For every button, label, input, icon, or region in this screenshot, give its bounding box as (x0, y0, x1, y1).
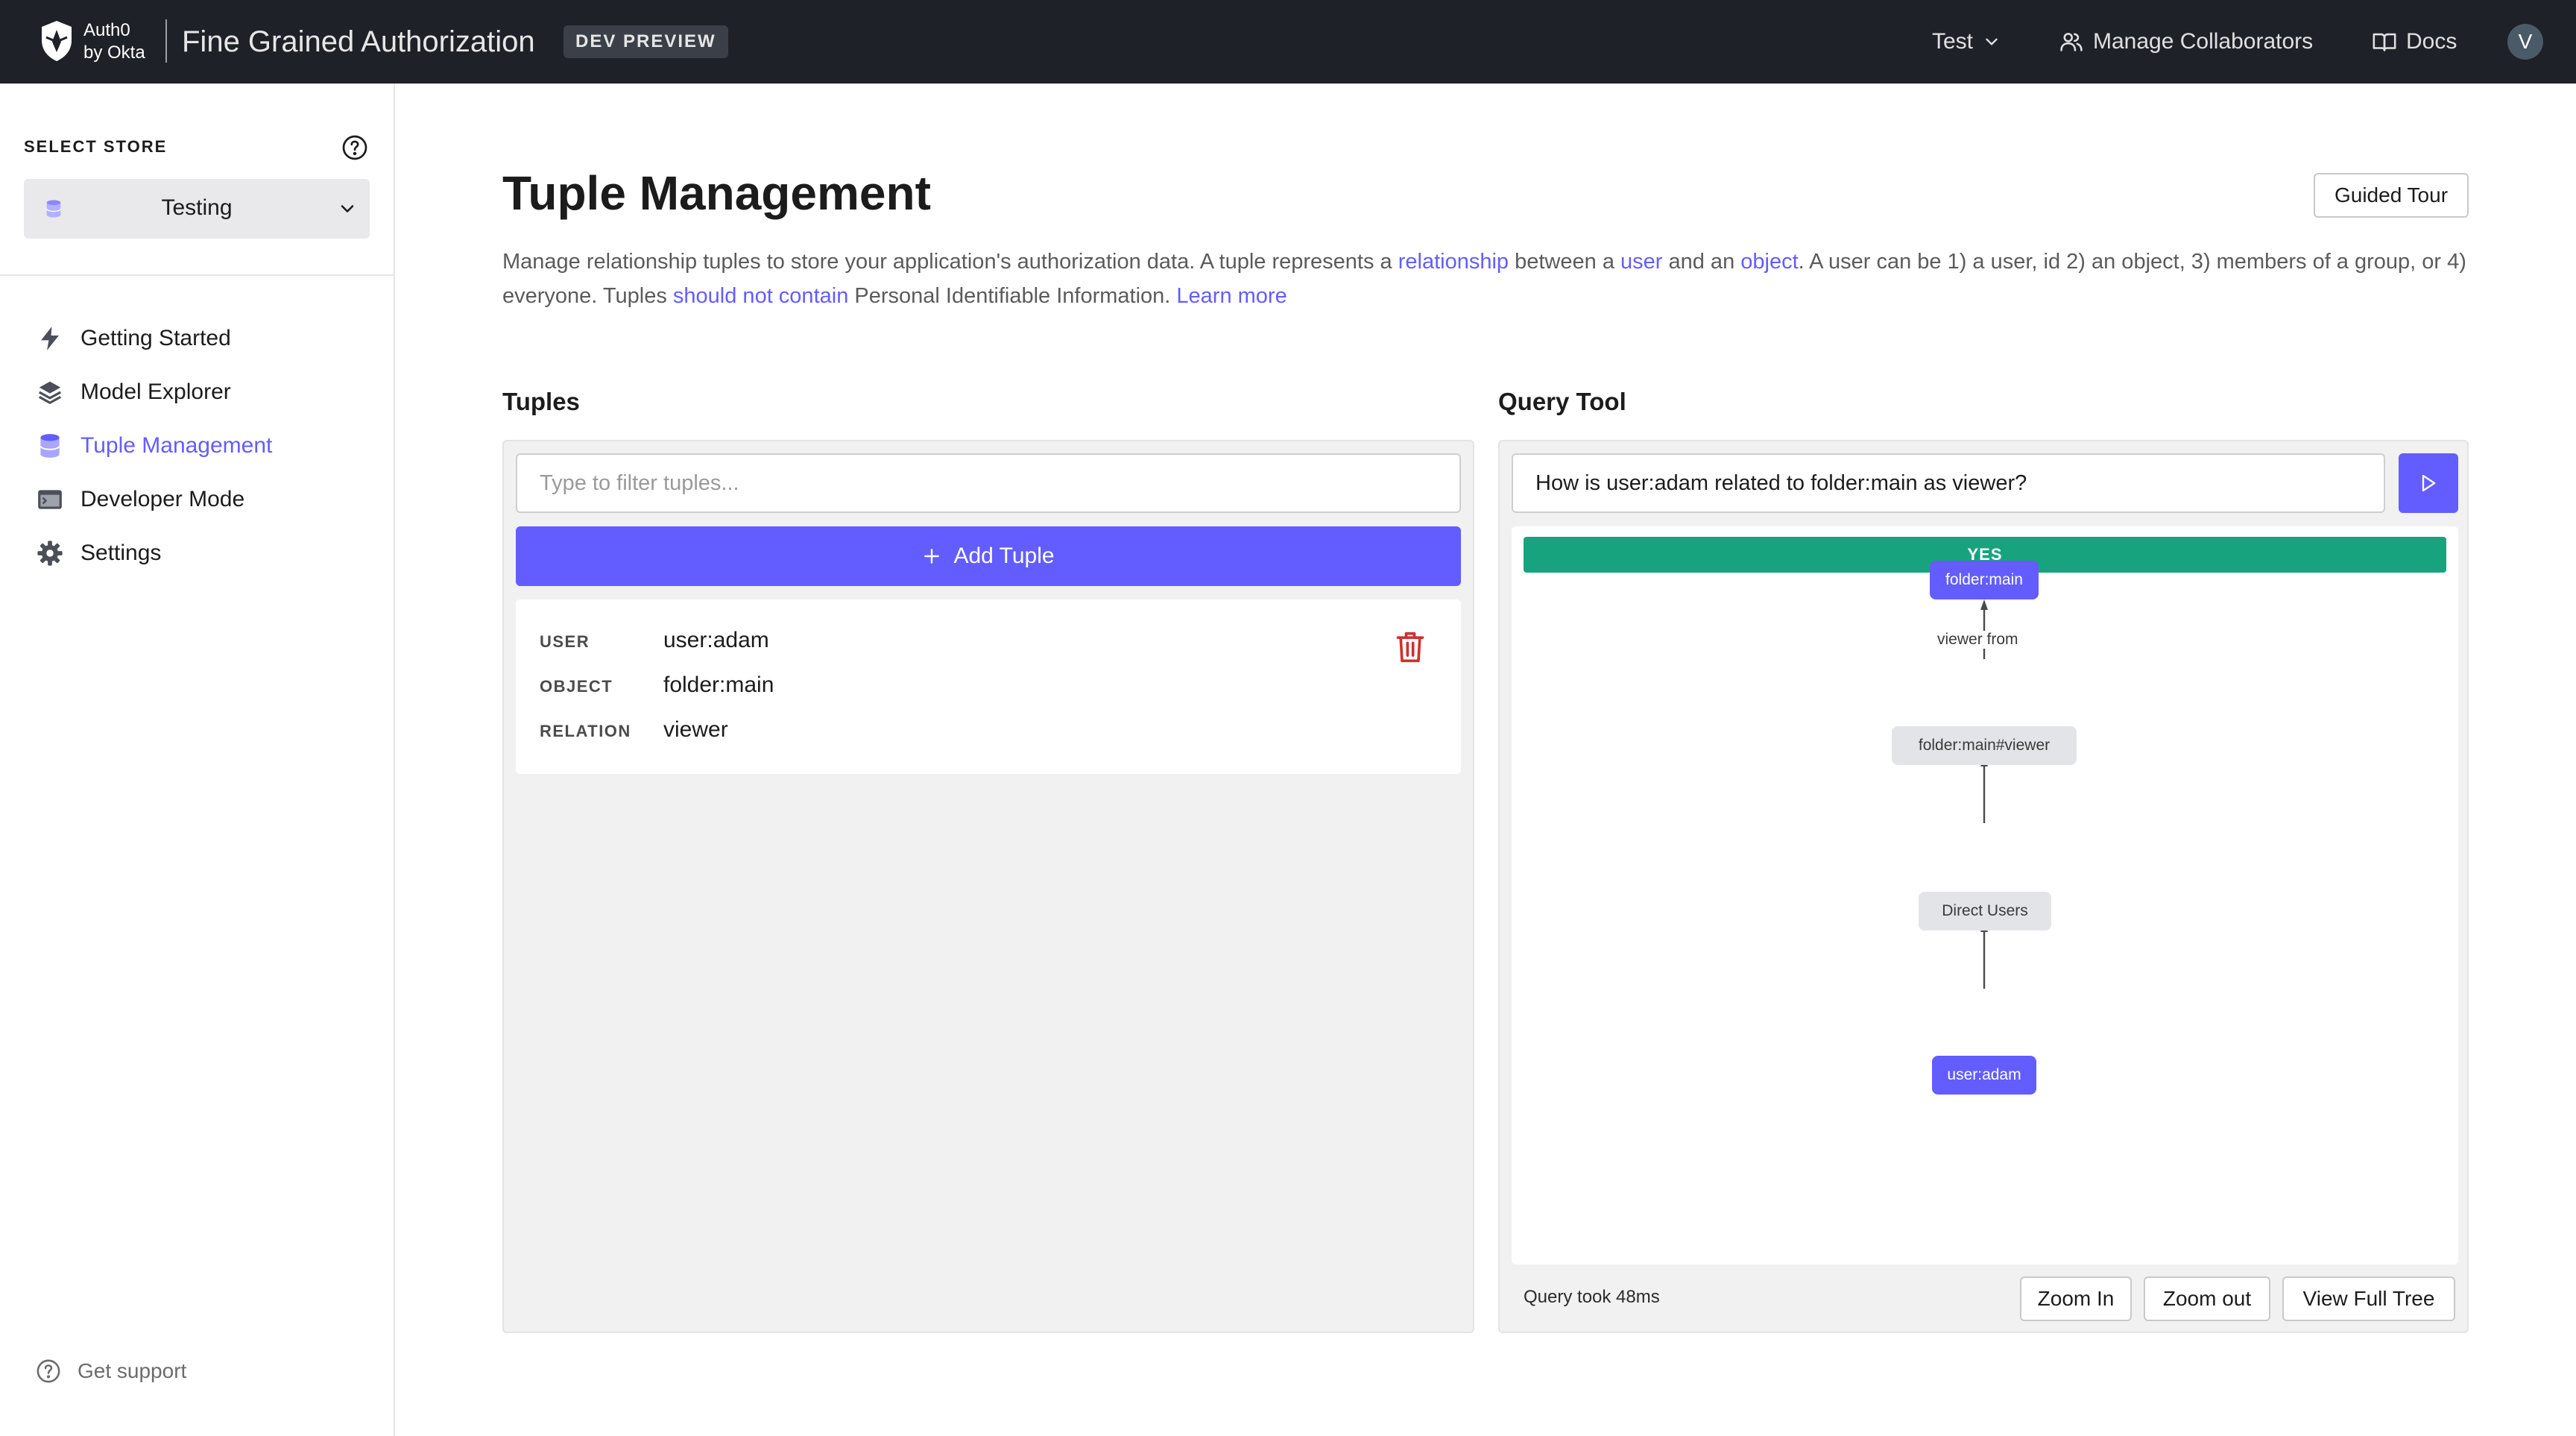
query-input[interactable]: How is user:adam related to folder:main … (1512, 453, 2385, 513)
query-time: Query took 48ms (1524, 1287, 1660, 1307)
tenant-label: Test (1932, 29, 1974, 54)
sidebar-item-tuple-management[interactable]: Tuple Management (36, 425, 272, 467)
zoom-out-button[interactable]: Zoom out (2144, 1276, 2270, 1321)
play-icon (2418, 473, 2439, 494)
query-tool-panel: How is user:adam related to folder:main … (1498, 440, 2469, 1333)
zoom-in-button[interactable]: Zoom In (2020, 1276, 2132, 1321)
sidebar-divider (0, 274, 394, 276)
logo-line-1: Auth0 (83, 20, 130, 40)
sidebar-item-label: Developer Mode (80, 487, 245, 511)
relation-field-value: viewer (663, 717, 728, 742)
graph-node-folder-main[interactable]: folder:main (1930, 561, 2039, 599)
store-select-value: Testing (161, 195, 233, 220)
sidebar-item-settings[interactable]: Settings (36, 532, 161, 574)
layers-icon (36, 378, 64, 406)
graph-node-user-adam[interactable]: user:adam (1932, 1056, 2036, 1095)
sidebar-item-model-explorer[interactable]: Model Explorer (36, 371, 231, 413)
description-text: Manage relationship tuples to store your… (502, 250, 1398, 274)
users-icon (2059, 29, 2084, 54)
docs-label: Docs (2406, 29, 2457, 54)
help-circle-icon[interactable] (341, 134, 368, 161)
description-text: Personal Identifiable Information. (848, 284, 1177, 308)
run-query-button[interactable] (2399, 453, 2458, 513)
top-bar: Auth0 by Okta Fine Grained Authorization… (0, 0, 2576, 84)
should-not-contain-link[interactable]: should not contain (673, 284, 848, 308)
object-field-value: folder:main (663, 673, 774, 697)
query-tool-heading: Query Tool (1498, 388, 1626, 415)
sidebar-item-getting-started[interactable]: Getting Started (36, 318, 231, 359)
gear-icon (36, 539, 64, 567)
help-circle-icon (36, 1358, 61, 1384)
chevron-down-icon (337, 198, 358, 219)
chevron-down-icon (1982, 32, 2001, 51)
database-icon (36, 432, 64, 460)
relationship-link[interactable]: relationship (1398, 250, 1509, 274)
graph-node-folder-main-viewer[interactable]: folder:main#viewer (1892, 726, 2077, 765)
object-link[interactable]: object (1740, 250, 1798, 274)
get-support-label: Get support (78, 1359, 187, 1382)
sidebar-item-developer-mode[interactable]: Developer Mode (36, 479, 244, 520)
terminal-icon (36, 485, 64, 514)
logo-wordmark: Auth0 by Okta (83, 19, 145, 64)
book-icon (2372, 29, 2397, 54)
object-field-label: OBJECT (540, 677, 613, 696)
manage-collaborators-link[interactable]: Manage Collaborators (2059, 22, 2313, 61)
description-text: between a (1509, 250, 1621, 274)
guided-tour-button[interactable]: Guided Tour (2314, 173, 2469, 218)
sidebar-item-label: Getting Started (80, 326, 231, 350)
view-full-tree-button[interactable]: View Full Tree (2282, 1276, 2455, 1321)
store-select[interactable]: Testing (24, 179, 370, 239)
arrow-head (1980, 599, 1988, 610)
plus-icon (922, 547, 941, 566)
app-title: Fine Grained Authorization (182, 25, 535, 58)
query-graph[interactable]: YES folder:main viewer from folder:main#… (1512, 526, 2458, 1265)
dev-preview-badge: DEV PREVIEW (564, 25, 728, 58)
auth0-shield-logo[interactable] (39, 19, 75, 63)
description-text: and an (1662, 250, 1741, 274)
docs-link[interactable]: Docs (2372, 22, 2457, 61)
select-store-label: SELECT STORE (24, 137, 168, 156)
learn-more-link[interactable]: Learn more (1176, 284, 1287, 308)
tuples-heading: Tuples (502, 388, 580, 415)
logo-line-2: by Okta (83, 42, 145, 63)
bolt-icon (36, 324, 64, 353)
user-avatar[interactable]: V (2507, 24, 2543, 60)
sidebar: SELECT STORE Testing Getting Started Mod… (0, 84, 395, 1436)
sidebar-item-label: Tuple Management (80, 433, 273, 458)
graph-node-direct-users[interactable]: Direct Users (1919, 892, 2051, 930)
add-tuple-button[interactable]: Add Tuple (516, 526, 1461, 586)
user-link[interactable]: user (1620, 250, 1662, 274)
tuple-filter-input[interactable]: Type to filter tuples... (516, 453, 1461, 513)
manage-collaborators-label: Manage Collaborators (2093, 29, 2314, 54)
get-support-link[interactable]: Get support (36, 1358, 186, 1384)
sidebar-item-label: Settings (80, 541, 162, 565)
user-field-label: USER (540, 632, 590, 651)
tuple-card: USER user:adam OBJECT folder:main RELATI… (516, 599, 1461, 774)
sidebar-item-label: Model Explorer (80, 380, 231, 404)
page-description: Manage relationship tuples to store your… (502, 245, 2485, 313)
tenant-dropdown[interactable]: Test (1932, 22, 2001, 61)
relation-field-label: RELATION (540, 722, 631, 740)
graph-edge-label: viewer from (1934, 631, 2021, 649)
page-title: Tuple Management (502, 166, 931, 220)
trash-icon[interactable] (1394, 629, 1427, 665)
add-tuple-label: Add Tuple (953, 544, 1055, 568)
tuples-panel: Type to filter tuples... Add Tuple USER … (502, 440, 1474, 1333)
user-field-value: user:adam (663, 628, 769, 652)
logo-divider (165, 19, 167, 63)
